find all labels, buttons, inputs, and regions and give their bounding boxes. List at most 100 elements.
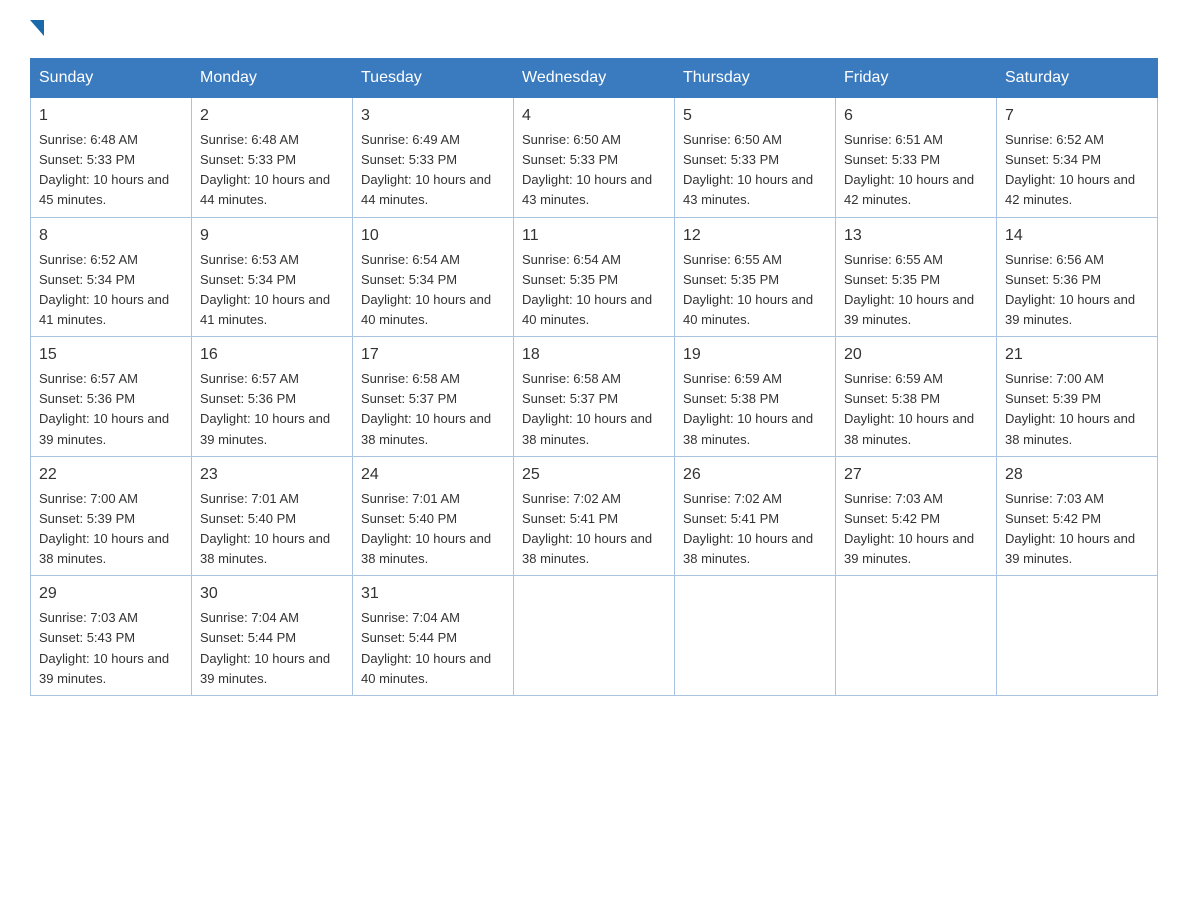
calendar-week-row: 29 Sunrise: 7:03 AMSunset: 5:43 PMDayligh…: [31, 576, 1158, 696]
day-number: 18: [522, 343, 666, 367]
day-number: 11: [522, 224, 666, 248]
day-number: 23: [200, 463, 344, 487]
calendar-day-cell: 23Sunrise: 7:01 AMSunset: 5:40 PMDayligh…: [192, 456, 353, 576]
calendar-day-cell: [514, 576, 675, 696]
day-info: Sunrise: 6:57 AMSunset: 5:36 PMDaylight:…: [200, 371, 330, 446]
day-info: Sunrise: 6:55 AMSunset: 5:35 PMDaylight:…: [844, 252, 974, 327]
day-number: 8: [39, 224, 183, 248]
day-number: 9: [200, 224, 344, 248]
day-info: Sunrise: 6:56 AMSunset: 5:36 PMDaylight:…: [1005, 252, 1135, 327]
day-number: 17: [361, 343, 505, 367]
day-number: 26: [683, 463, 827, 487]
day-info: Sunrise: 6:52 AMSunset: 5:34 PMDaylight:…: [39, 252, 169, 327]
day-info: Sunrise: 7:03 AMSunset: 5:42 PMDaylight:…: [1005, 491, 1135, 566]
day-info: Sunrise: 7:02 AMSunset: 5:41 PMDaylight:…: [683, 491, 813, 566]
day-number: 20: [844, 343, 988, 367]
day-info: Sunrise: 6:59 AMSunset: 5:38 PMDaylight:…: [683, 371, 813, 446]
calendar-day-cell: 14 Sunrise: 6:56 AMSunset: 5:36 PMDayligh…: [997, 217, 1158, 337]
calendar-day-cell: 27 Sunrise: 7:03 AMSunset: 5:42 PMDayligh…: [836, 456, 997, 576]
day-number: 13: [844, 224, 988, 248]
calendar-day-cell: 13 Sunrise: 6:55 AMSunset: 5:35 PMDayligh…: [836, 217, 997, 337]
calendar-week-row: 8 Sunrise: 6:52 AMSunset: 5:34 PMDaylight…: [31, 217, 1158, 337]
day-info: Sunrise: 6:51 AMSunset: 5:33 PMDaylight:…: [844, 132, 974, 207]
day-info: Sunrise: 6:50 AMSunset: 5:33 PMDaylight:…: [683, 132, 813, 207]
day-info: Sunrise: 6:49 AMSunset: 5:33 PMDaylight:…: [361, 132, 491, 207]
day-info: Sunrise: 7:03 AMSunset: 5:43 PMDaylight:…: [39, 610, 169, 685]
calendar-day-cell: 17 Sunrise: 6:58 AMSunset: 5:37 PMDayligh…: [353, 337, 514, 457]
day-info: Sunrise: 7:04 AMSunset: 5:44 PMDaylight:…: [361, 610, 491, 685]
day-info: Sunrise: 7:00 AMSunset: 5:39 PMDaylight:…: [1005, 371, 1135, 446]
day-info: Sunrise: 7:03 AMSunset: 5:42 PMDaylight:…: [844, 491, 974, 566]
calendar-week-row: 1 Sunrise: 6:48 AMSunset: 5:33 PMDaylight…: [31, 98, 1158, 218]
calendar-day-cell: 22 Sunrise: 7:00 AMSunset: 5:39 PMDayligh…: [31, 456, 192, 576]
day-number: 3: [361, 104, 505, 128]
calendar-day-cell: 12 Sunrise: 6:55 AMSunset: 5:35 PMDayligh…: [675, 217, 836, 337]
day-number: 7: [1005, 104, 1149, 128]
day-info: Sunrise: 6:48 AMSunset: 5:33 PMDaylight:…: [200, 132, 330, 207]
page-header: [30, 20, 1158, 38]
calendar-day-cell: 21Sunrise: 7:00 AMSunset: 5:39 PMDayligh…: [997, 337, 1158, 457]
day-number: 28: [1005, 463, 1149, 487]
calendar-week-row: 15 Sunrise: 6:57 AMSunset: 5:36 PMDayligh…: [31, 337, 1158, 457]
weekday-header-wednesday: Wednesday: [514, 59, 675, 98]
calendar-day-cell: 19 Sunrise: 6:59 AMSunset: 5:38 PMDayligh…: [675, 337, 836, 457]
day-number: 25: [522, 463, 666, 487]
day-info: Sunrise: 6:57 AMSunset: 5:36 PMDaylight:…: [39, 371, 169, 446]
calendar-day-cell: 4 Sunrise: 6:50 AMSunset: 5:33 PMDaylight…: [514, 98, 675, 218]
calendar-day-cell: 5Sunrise: 6:50 AMSunset: 5:33 PMDaylight…: [675, 98, 836, 218]
logo-arrow-icon: [30, 20, 44, 36]
calendar-day-cell: 15 Sunrise: 6:57 AMSunset: 5:36 PMDayligh…: [31, 337, 192, 457]
calendar-day-cell: 18 Sunrise: 6:58 AMSunset: 5:37 PMDayligh…: [514, 337, 675, 457]
calendar-day-cell: 2 Sunrise: 6:48 AMSunset: 5:33 PMDaylight…: [192, 98, 353, 218]
day-number: 4: [522, 104, 666, 128]
day-number: 1: [39, 104, 183, 128]
day-info: Sunrise: 6:58 AMSunset: 5:37 PMDaylight:…: [522, 371, 652, 446]
weekday-header-tuesday: Tuesday: [353, 59, 514, 98]
day-info: Sunrise: 6:50 AMSunset: 5:33 PMDaylight:…: [522, 132, 652, 207]
day-number: 31: [361, 582, 505, 606]
calendar-day-cell: [675, 576, 836, 696]
logo-blue-part: [30, 20, 44, 38]
weekday-header-thursday: Thursday: [675, 59, 836, 98]
calendar-day-cell: 25 Sunrise: 7:02 AMSunset: 5:41 PMDayligh…: [514, 456, 675, 576]
calendar-week-row: 22 Sunrise: 7:00 AMSunset: 5:39 PMDayligh…: [31, 456, 1158, 576]
calendar-day-cell: 3 Sunrise: 6:49 AMSunset: 5:33 PMDaylight…: [353, 98, 514, 218]
weekday-header-sunday: Sunday: [31, 59, 192, 98]
day-info: Sunrise: 7:00 AMSunset: 5:39 PMDaylight:…: [39, 491, 169, 566]
calendar-day-cell: 26 Sunrise: 7:02 AMSunset: 5:41 PMDayligh…: [675, 456, 836, 576]
day-info: Sunrise: 6:54 AMSunset: 5:34 PMDaylight:…: [361, 252, 491, 327]
logo: [30, 20, 44, 38]
day-number: 29: [39, 582, 183, 606]
calendar-day-cell: [997, 576, 1158, 696]
day-number: 2: [200, 104, 344, 128]
day-number: 6: [844, 104, 988, 128]
day-info: Sunrise: 6:48 AMSunset: 5:33 PMDaylight:…: [39, 132, 169, 207]
day-number: 22: [39, 463, 183, 487]
day-number: 16: [200, 343, 344, 367]
calendar-day-cell: 11Sunrise: 6:54 AMSunset: 5:35 PMDayligh…: [514, 217, 675, 337]
day-info: Sunrise: 7:01 AMSunset: 5:40 PMDaylight:…: [361, 491, 491, 566]
calendar-day-cell: 1 Sunrise: 6:48 AMSunset: 5:33 PMDaylight…: [31, 98, 192, 218]
day-number: 27: [844, 463, 988, 487]
calendar-day-cell: 24 Sunrise: 7:01 AMSunset: 5:40 PMDayligh…: [353, 456, 514, 576]
day-info: Sunrise: 7:02 AMSunset: 5:41 PMDaylight:…: [522, 491, 652, 566]
day-number: 19: [683, 343, 827, 367]
calendar-day-cell: 10 Sunrise: 6:54 AMSunset: 5:34 PMDayligh…: [353, 217, 514, 337]
calendar-day-cell: [836, 576, 997, 696]
day-number: 12: [683, 224, 827, 248]
calendar-day-cell: 20Sunrise: 6:59 AMSunset: 5:38 PMDayligh…: [836, 337, 997, 457]
day-number: 15: [39, 343, 183, 367]
weekday-header-saturday: Saturday: [997, 59, 1158, 98]
day-number: 24: [361, 463, 505, 487]
calendar-table: SundayMondayTuesdayWednesdayThursdayFrid…: [30, 58, 1158, 696]
calendar-day-cell: 31 Sunrise: 7:04 AMSunset: 5:44 PMDayligh…: [353, 576, 514, 696]
day-info: Sunrise: 6:55 AMSunset: 5:35 PMDaylight:…: [683, 252, 813, 327]
day-number: 10: [361, 224, 505, 248]
day-number: 30: [200, 582, 344, 606]
calendar-day-cell: 8 Sunrise: 6:52 AMSunset: 5:34 PMDaylight…: [31, 217, 192, 337]
day-info: Sunrise: 6:58 AMSunset: 5:37 PMDaylight:…: [361, 371, 491, 446]
day-number: 14: [1005, 224, 1149, 248]
weekday-header-row: SundayMondayTuesdayWednesdayThursdayFrid…: [31, 59, 1158, 98]
calendar-day-cell: 28 Sunrise: 7:03 AMSunset: 5:42 PMDayligh…: [997, 456, 1158, 576]
calendar-day-cell: 29 Sunrise: 7:03 AMSunset: 5:43 PMDayligh…: [31, 576, 192, 696]
